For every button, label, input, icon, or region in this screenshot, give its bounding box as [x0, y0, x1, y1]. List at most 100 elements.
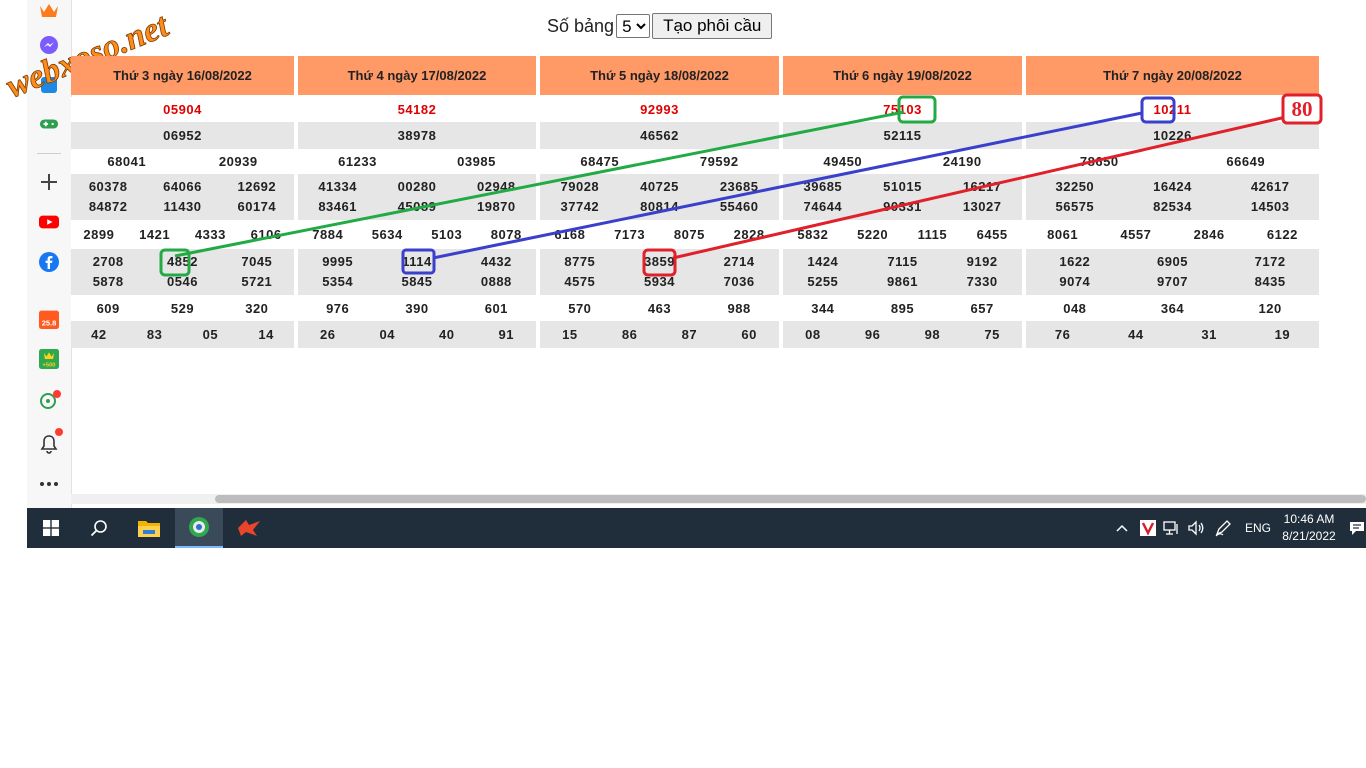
prize-number: 6455 — [976, 227, 1008, 242]
prize-row-g2: 49450 24190 — [783, 149, 1022, 174]
prize-number: 6168 — [554, 227, 586, 242]
youtube-icon[interactable] — [39, 212, 59, 232]
volume-icon[interactable] — [1185, 508, 1207, 548]
prize-number: 74644 — [803, 199, 843, 214]
windows-start-icon[interactable] — [27, 508, 75, 548]
prize-number: 51015 — [883, 179, 922, 194]
prize-number: 2846 — [1193, 227, 1225, 242]
result-column-5: Thứ 7 ngày 20/08/2022 10211 10226 78650 6664… — [1026, 56, 1319, 348]
prize-row-g6: 609 529 320 — [71, 295, 294, 321]
prize-number: 120 — [1258, 300, 1282, 316]
prize-number: 1421 — [139, 227, 171, 242]
prize-number: 7045 — [241, 254, 273, 269]
prize-row-g4: 7884 5634 5103 8078 — [298, 220, 536, 249]
facebook-icon[interactable] — [39, 252, 59, 272]
prize-number: 92993 — [640, 102, 679, 117]
prize-number: 05 — [202, 327, 219, 342]
input-language[interactable]: ENG — [1241, 508, 1275, 548]
network-icon[interactable] — [1161, 508, 1183, 548]
prize-number: 7172 — [1254, 254, 1286, 269]
prize-number: 08 — [805, 327, 821, 342]
scrollbar-thumb[interactable] — [215, 495, 1366, 503]
clock-date: 8/21/2022 — [1282, 529, 1336, 543]
prize-row-g5: 1424 7115 9192 5255 9861 7330 — [783, 249, 1022, 295]
prize-number: 9707 — [1157, 274, 1188, 289]
search-icon[interactable] — [75, 508, 123, 548]
prize-number: 1115 — [917, 227, 948, 242]
prize-row-g7: 42 83 05 14 — [71, 321, 294, 348]
prize-row-g6: 976 390 601 — [298, 295, 536, 321]
games-icon[interactable] — [39, 390, 61, 410]
notifications-icon[interactable] — [1349, 508, 1366, 548]
prize-number: 657 — [970, 300, 994, 316]
system-clock[interactable]: 10:46 AM 8/21/2022 — [1276, 508, 1342, 548]
game-controller-icon[interactable] — [39, 114, 59, 134]
prize-number: 4852 — [167, 254, 198, 269]
prize-number: 529 — [170, 300, 195, 316]
show-hidden-icons[interactable] — [1112, 508, 1132, 548]
prize-number: 19 — [1274, 327, 1291, 342]
prize-number: 75103 — [883, 102, 922, 117]
prize-number: 79028 — [560, 179, 600, 194]
prize-number: 0546 — [167, 274, 198, 289]
board-count-select[interactable]: 5 — [616, 14, 651, 38]
prize-row-g2: 68041 20939 — [71, 149, 294, 174]
create-pattern-button[interactable]: Tạo phôi cầu — [652, 13, 773, 39]
prize-number: 20939 — [218, 154, 258, 169]
prize-number: 988 — [727, 300, 751, 316]
pen-icon[interactable] — [1212, 508, 1234, 548]
prize-number: 8435 — [1254, 274, 1286, 289]
prize-number: 26 — [320, 327, 336, 342]
prize-number: 68475 — [580, 154, 620, 169]
more-icon[interactable] — [39, 474, 59, 494]
prize-number: 02948 — [476, 179, 516, 194]
prize-number: 83 — [146, 327, 163, 342]
prize-number: 12692 — [237, 179, 277, 194]
prize-number: 8075 — [673, 227, 705, 242]
prize-number: 2714 — [723, 254, 755, 269]
points-badge-text: +500 — [42, 363, 55, 369]
prize-number: 570 — [568, 300, 592, 316]
column-date-header: Thứ 6 ngày 19/08/2022 — [783, 56, 1022, 95]
add-icon[interactable] — [39, 172, 59, 192]
prize-row-g_db: 92993 — [540, 97, 779, 122]
prize-number: 04 — [379, 327, 395, 342]
crown-500-icon[interactable]: +500 — [39, 347, 59, 371]
prize-row-g_db: 05904 — [71, 97, 294, 122]
prize-number: 9074 — [1059, 274, 1091, 289]
sale-25-8-icon[interactable]: 25.8 — [39, 307, 59, 331]
prize-row-g5: 1622 6905 7172 9074 9707 8435 — [1026, 249, 1319, 295]
prize-row-g1: 46562 — [540, 122, 779, 149]
prize-number: 19870 — [476, 199, 516, 214]
prize-number: 66649 — [1226, 154, 1266, 169]
browser-icon[interactable] — [175, 508, 223, 548]
prize-number: 40725 — [640, 179, 679, 194]
prize-number: 40 — [439, 327, 455, 342]
file-explorer-icon[interactable] — [125, 508, 173, 548]
column-date-header: Thứ 5 ngày 18/08/2022 — [540, 56, 779, 95]
horizontal-scrollbar[interactable] — [71, 494, 1366, 504]
prize-row-g6: 048 364 120 — [1026, 295, 1319, 321]
prize-number: 7330 — [966, 274, 998, 289]
vpn-v-icon[interactable] — [1138, 508, 1158, 548]
prize-number: 8078 — [490, 227, 522, 242]
prize-number: 44 — [1128, 327, 1144, 342]
prize-number: 048 — [1063, 300, 1087, 316]
clock-time: 10:46 AM — [1283, 512, 1335, 526]
prize-number: 9995 — [322, 254, 354, 269]
prize-number: 52115 — [883, 128, 922, 143]
prize-row-g1: 38978 — [298, 122, 536, 149]
prize-number: 1114 — [402, 254, 432, 269]
app-icon[interactable] — [225, 508, 273, 548]
prize-number: 56575 — [1055, 199, 1095, 214]
games-notification-dot — [53, 390, 61, 398]
prize-number: 55460 — [719, 199, 759, 214]
prize-number: 895 — [890, 300, 915, 316]
bell-icon[interactable] — [39, 428, 63, 454]
result-column-2: Thứ 4 ngày 17/08/2022 54182 38978 61233 0398… — [298, 56, 536, 348]
prize-number: 6122 — [1266, 227, 1298, 242]
prize-row-g3: 79028 40725 23685 37742 80814 55460 — [540, 174, 779, 220]
prize-row-g5: 8775 3859 2714 4575 5934 7036 — [540, 249, 779, 295]
prize-number: 6106 — [250, 227, 282, 242]
prize-number: 609 — [96, 300, 120, 316]
